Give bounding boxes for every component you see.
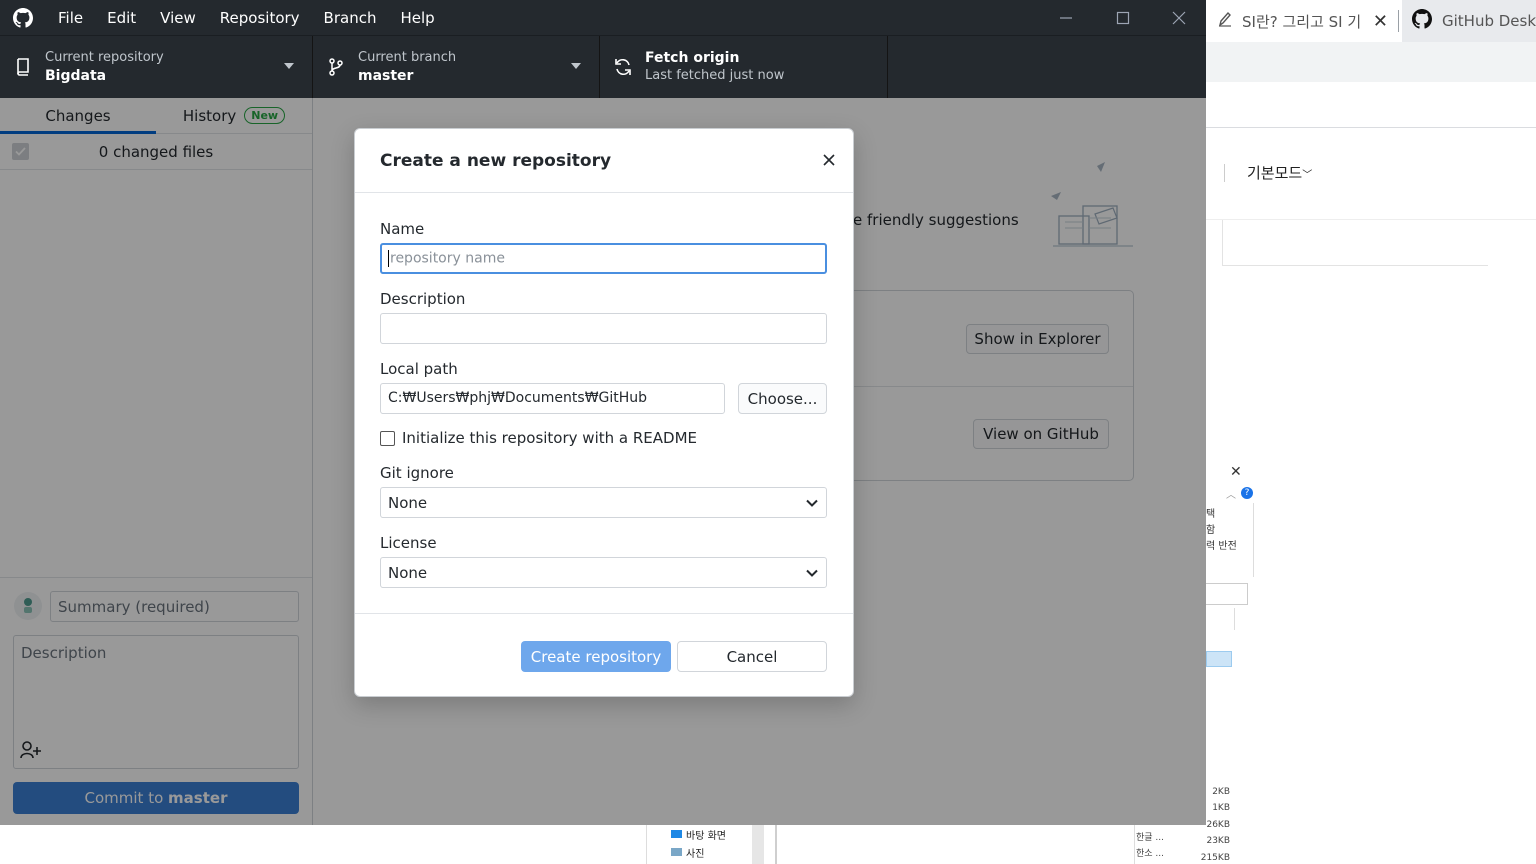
divider <box>1234 608 1235 630</box>
description-input[interactable] <box>380 313 827 344</box>
close-icon <box>1172 11 1185 24</box>
highlighted-cell <box>1206 651 1232 667</box>
folder-icon <box>671 830 682 838</box>
create-repository-button[interactable]: Create repository <box>521 641 671 672</box>
caret-down-icon <box>571 63 581 69</box>
explorer-item-label: 바탕 화면 <box>686 830 726 842</box>
dialog-header: Create a new repository <box>355 129 853 193</box>
divider <box>775 825 777 864</box>
repository-label: Current repository <box>45 50 164 65</box>
sync-icon <box>600 57 645 77</box>
browser-tab-si[interactable]: SI란? 그리고 SI 기 ✕ <box>1206 0 1402 42</box>
repository-name-placeholder: repository name <box>390 250 505 267</box>
choose-button[interactable]: Choose... <box>738 383 827 414</box>
explorer-nav: 바탕 화면 사진 <box>646 825 766 864</box>
menu-branch[interactable]: Branch <box>312 0 389 35</box>
menu-view[interactable]: View <box>148 0 208 35</box>
mode-label: 기본모드 <box>1247 164 1303 182</box>
fetch-origin-button[interactable]: Fetch origin Last fetched just now <box>600 36 888 98</box>
tab-separator <box>1398 10 1399 32</box>
license-label: License <box>380 534 437 552</box>
file-size: 215KB <box>1200 852 1230 863</box>
divider <box>1206 127 1536 128</box>
github-icon <box>1412 9 1432 33</box>
explorer-item-label: 사진 <box>686 848 705 860</box>
help-icon[interactable]: ? <box>1241 487 1253 499</box>
dialog-title: Create a new repository <box>380 151 612 171</box>
close-icon <box>823 154 835 166</box>
license-value: None <box>388 564 428 582</box>
panel-line: 력 반전 <box>1206 541 1237 552</box>
panel-line: 함 <box>1206 525 1216 536</box>
readme-label: Initialize this repository with a README <box>402 429 697 447</box>
git-branch-icon <box>313 57 358 77</box>
cancel-button[interactable]: Cancel <box>677 641 827 672</box>
menu-repository[interactable]: Repository <box>208 0 312 35</box>
menu-help[interactable]: Help <box>388 0 446 35</box>
chevron-down-icon <box>806 569 818 577</box>
file-name[interactable]: 한글 ... <box>1136 830 1164 846</box>
browser-tab-github[interactable]: GitHub Deskto <box>1402 0 1536 42</box>
file-name[interactable]: 한소 ... <box>1136 846 1164 862</box>
chevron-down-icon <box>806 499 818 507</box>
current-repository-button[interactable]: Current repository Bigdata <box>0 36 313 98</box>
scrollbar[interactable] <box>752 825 764 864</box>
local-path-label: Local path <box>380 360 458 378</box>
browser-tab-title: GitHub Deskto <box>1442 12 1536 30</box>
repo-icon <box>0 57 45 77</box>
menu-edit[interactable]: Edit <box>95 0 148 35</box>
current-branch-button[interactable]: Current branch master <box>313 36 600 98</box>
menu-file[interactable]: File <box>46 0 95 35</box>
title-bar: File Edit View Repository Branch Help <box>0 0 1206 35</box>
background-input[interactable] <box>1206 583 1248 605</box>
create-repository-dialog: Create a new repository Name repository … <box>354 128 854 697</box>
dialog-close-button[interactable] <box>819 150 839 170</box>
minimize-button[interactable] <box>1037 0 1094 35</box>
file-size: 23KB <box>1206 836 1230 847</box>
browser-tab-title: SI란? 그리고 SI 기 <box>1242 12 1362 31</box>
gitignore-label: Git ignore <box>380 464 454 482</box>
browser-address-bar[interactable] <box>1206 42 1536 82</box>
dialog-footer: Create repository Cancel <box>355 613 853 697</box>
background-panel: 택 함 력 반전 <box>1206 503 1254 577</box>
readme-checkbox[interactable] <box>380 430 395 446</box>
maximize-button[interactable] <box>1094 0 1151 35</box>
minimize-icon <box>1059 16 1072 19</box>
last-fetched-status: Last fetched just now <box>645 68 785 83</box>
repository-name: Bigdata <box>45 68 107 84</box>
chevron-down-icon: ﹀ <box>1302 170 1313 181</box>
pen-icon <box>1218 11 1232 31</box>
close-icon[interactable]: ✕ <box>1230 464 1242 480</box>
description-label: Description <box>380 290 466 308</box>
github-icon <box>12 7 34 29</box>
branch-name: master <box>358 68 414 84</box>
text-caret <box>388 250 389 267</box>
maximize-icon <box>1116 11 1129 24</box>
mode-dropdown[interactable]: 기본모드﹀ <box>1247 162 1312 183</box>
explorer-item-desktop[interactable]: 바탕 화면 <box>647 825 766 843</box>
gitignore-value: None <box>388 494 428 512</box>
panel-line: 택 <box>1206 509 1216 520</box>
divider <box>1224 164 1225 182</box>
toolbar: Current repository Bigdata Current branc… <box>0 35 1206 98</box>
folder-icon <box>671 848 682 856</box>
caret-down-icon <box>284 63 294 69</box>
readme-option[interactable]: Initialize this repository with a README <box>380 429 697 447</box>
explorer-item-pictures[interactable]: 사진 <box>647 843 766 861</box>
fetch-origin-label: Fetch origin <box>645 50 740 66</box>
repository-name-input[interactable]: repository name <box>380 243 827 274</box>
local-path-input[interactable]: C:₩Users₩phj₩Documents₩GitHub <box>380 383 725 414</box>
license-select[interactable]: None <box>380 557 827 588</box>
branch-label: Current branch <box>358 50 457 65</box>
gitignore-select[interactable]: None <box>380 487 827 518</box>
divider <box>1134 825 1135 864</box>
window-close-button[interactable] <box>1150 0 1206 35</box>
chevron-up-icon[interactable]: ︿ <box>1226 486 1236 501</box>
background-box <box>1222 220 1488 266</box>
close-icon[interactable]: ✕ <box>1373 11 1388 32</box>
file-name-column: 한글 ... 한소 ... <box>1136 830 1164 863</box>
name-label: Name <box>380 220 425 238</box>
